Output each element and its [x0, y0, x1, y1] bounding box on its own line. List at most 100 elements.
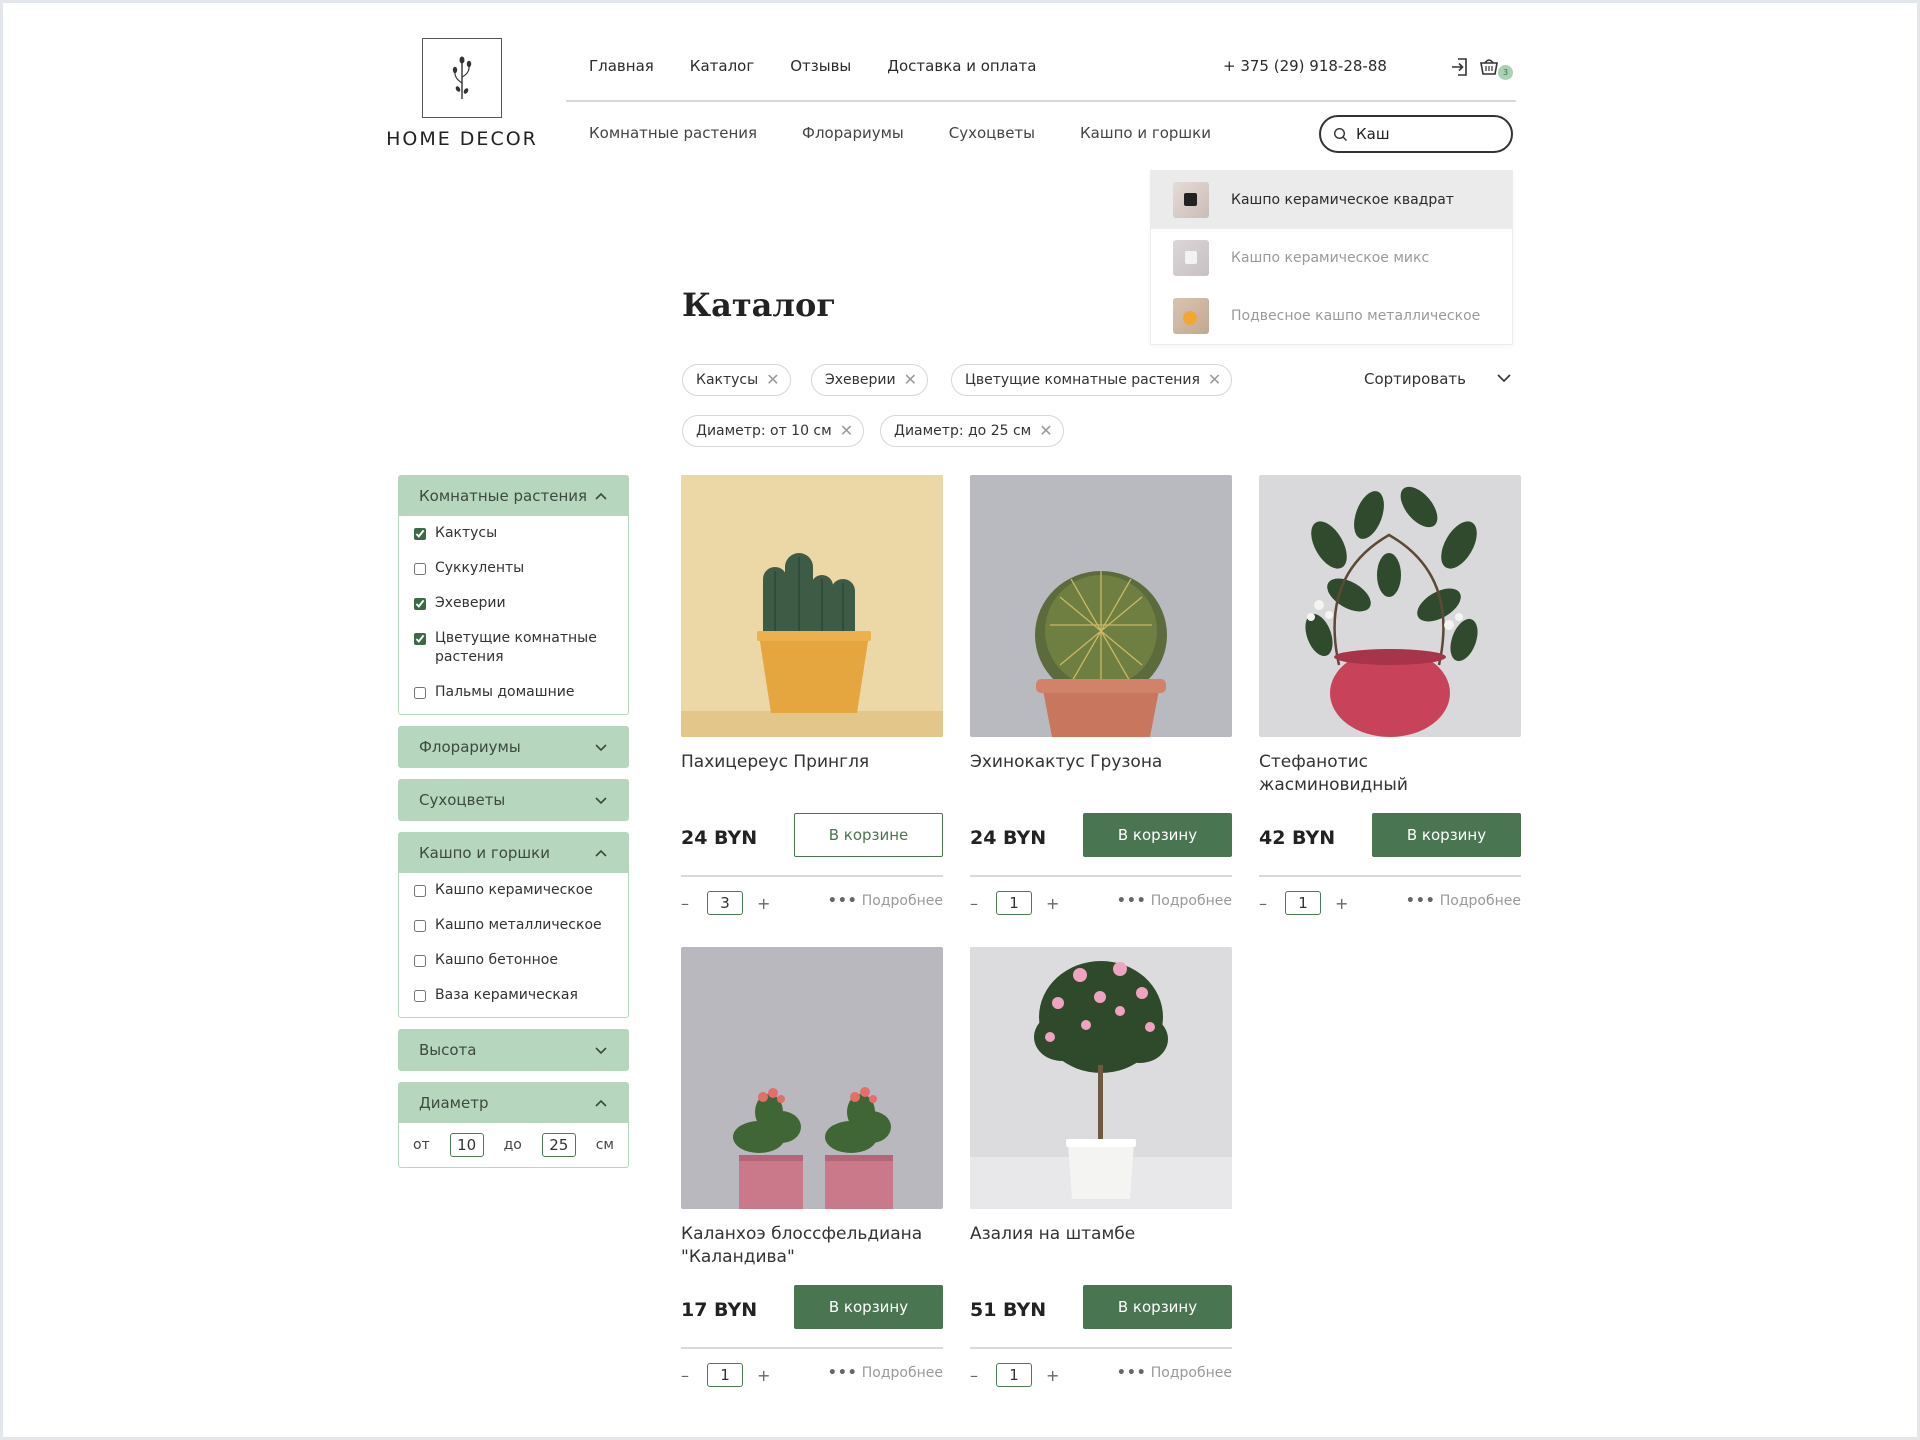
filter-checkbox[interactable]	[414, 885, 426, 897]
filter-checkbox[interactable]	[414, 598, 426, 610]
increase-button[interactable]: +	[1335, 894, 1348, 913]
category-houseplants[interactable]: Комнатные растения	[589, 124, 757, 142]
filter-option[interactable]: Пальмы домашние	[399, 683, 628, 702]
filter-group-header[interactable]: Флорариумы	[399, 727, 628, 767]
diameter-from-input[interactable]: 10	[449, 1133, 484, 1157]
product-image[interactable]	[1259, 475, 1521, 737]
filter-checkbox[interactable]	[414, 633, 426, 645]
decrease-button[interactable]: –	[681, 894, 689, 913]
product-image[interactable]	[970, 475, 1232, 737]
category-dried-flowers[interactable]: Сухоцветы	[949, 124, 1035, 142]
chevron-up-icon	[595, 849, 607, 857]
product-image[interactable]	[681, 475, 943, 737]
close-icon[interactable]: ✕	[1208, 372, 1221, 388]
close-icon[interactable]: ✕	[1039, 423, 1052, 439]
filter-group-pots: Кашпо и горшки Кашпо керамическое Кашпо …	[398, 832, 629, 1018]
filter-checkbox[interactable]	[414, 955, 426, 967]
chevron-down-icon	[595, 797, 607, 805]
product-card: Стефанотис жасминовидный 42 BYN В корзин…	[1259, 475, 1521, 915]
filter-option[interactable]: Кашпо металлическое	[399, 916, 628, 935]
filter-chip-label: Эхеверии	[825, 372, 896, 388]
card-divider	[681, 1347, 943, 1349]
increase-button[interactable]: +	[1046, 894, 1059, 913]
more-details-link[interactable]: ••• Подробнее	[1406, 893, 1521, 909]
filter-group-title: Диаметр	[419, 1094, 489, 1112]
filter-group-header[interactable]: Комнатные растения	[399, 476, 628, 516]
more-details-link[interactable]: ••• Подробнее	[1117, 1365, 1232, 1381]
suggestion-item[interactable]: Кашпо керамическое квадрат	[1151, 171, 1512, 229]
filter-option-label: Кашпо металлическое	[435, 917, 602, 933]
quantity-value[interactable]: 1	[707, 1363, 743, 1387]
filter-option[interactable]: Ваза керамическая	[399, 986, 628, 1005]
filter-group-title: Комнатные растения	[419, 487, 588, 505]
product-image[interactable]	[681, 947, 943, 1209]
close-icon[interactable]: ✕	[904, 372, 917, 388]
nav-catalog[interactable]: Каталог	[690, 57, 754, 75]
decrease-button[interactable]: –	[681, 1366, 689, 1385]
filter-checkbox[interactable]	[414, 920, 426, 932]
nav-delivery[interactable]: Доставка и оплата	[887, 57, 1036, 75]
search-box[interactable]	[1319, 115, 1513, 153]
increase-button[interactable]: +	[757, 894, 770, 913]
quantity-value[interactable]: 3	[707, 891, 743, 915]
close-icon[interactable]: ✕	[840, 423, 853, 439]
in-cart-button[interactable]: В корзине	[794, 813, 943, 857]
suggestion-item[interactable]: Подвесное кашпо металлическое	[1151, 287, 1512, 345]
filter-checkbox[interactable]	[414, 687, 426, 699]
sort-dropdown[interactable]: Сортировать	[1364, 370, 1466, 388]
add-to-cart-button[interactable]: В корзину	[1372, 813, 1521, 857]
suggestion-item[interactable]: Кашпо керамическое микс	[1151, 229, 1512, 287]
quantity-value[interactable]: 1	[996, 891, 1032, 915]
filter-group-header[interactable]: Сухоцветы	[399, 780, 628, 820]
suggestion-label: Подвесное кашпо металлическое	[1231, 308, 1481, 324]
login-icon[interactable]	[1449, 56, 1471, 78]
phone-number[interactable]: + 375 (29) 918-28-88	[1223, 57, 1387, 75]
decrease-button[interactable]: –	[1259, 894, 1267, 913]
quantity-value[interactable]: 1	[1285, 891, 1321, 915]
more-details-link[interactable]: ••• Подробнее	[1117, 893, 1232, 909]
category-florariums[interactable]: Флорариумы	[802, 124, 904, 142]
product-name[interactable]: Пахицереус Прингля	[681, 751, 943, 797]
decrease-button[interactable]: –	[970, 1366, 978, 1385]
filter-option[interactable]: Цветущие комнатные растения	[399, 629, 628, 667]
nav-reviews[interactable]: Отзывы	[790, 57, 851, 75]
decrease-button[interactable]: –	[970, 894, 978, 913]
add-to-cart-button[interactable]: В корзину	[794, 1285, 943, 1329]
filter-group-header[interactable]: Высота	[399, 1030, 628, 1070]
filter-group-title: Кашпо и горшки	[419, 844, 550, 862]
add-to-cart-button[interactable]: В корзину	[1083, 1285, 1232, 1329]
filter-checkbox[interactable]	[414, 990, 426, 1002]
filter-checkbox[interactable]	[414, 528, 426, 540]
product-name[interactable]: Каланхоэ блоссфельдиана "Каландива"	[681, 1223, 943, 1269]
nav-home[interactable]: Главная	[589, 57, 654, 75]
product-name[interactable]: Азалия на штамбе	[970, 1223, 1232, 1269]
more-details-link[interactable]: ••• Подробнее	[828, 893, 943, 909]
search-input[interactable]	[1356, 125, 1496, 143]
add-to-cart-button[interactable]: В корзину	[1083, 813, 1232, 857]
filter-group-header[interactable]: Кашпо и горшки	[399, 833, 628, 873]
filter-group-header[interactable]: Диаметр	[399, 1083, 628, 1123]
close-icon[interactable]: ✕	[766, 372, 779, 388]
category-pots[interactable]: Кашпо и горшки	[1080, 124, 1211, 142]
more-details-label: Подробнее	[1150, 1365, 1232, 1381]
product-image[interactable]	[970, 947, 1232, 1209]
filter-checkbox[interactable]	[414, 563, 426, 575]
cart-icon[interactable]	[1478, 56, 1500, 78]
product-name[interactable]: Эхинокактус Грузона	[970, 751, 1232, 797]
filter-option[interactable]: Кашпо керамическое	[399, 881, 628, 900]
filter-option[interactable]: Эхеверии	[399, 594, 628, 613]
filter-option[interactable]: Кактусы	[399, 524, 628, 543]
increase-button[interactable]: +	[757, 1366, 770, 1385]
more-details-link[interactable]: ••• Подробнее	[828, 1365, 943, 1381]
diameter-to-input[interactable]: 25	[541, 1133, 576, 1157]
product-name[interactable]: Стефанотис жасминовидный	[1259, 751, 1521, 797]
filter-option[interactable]: Суккуленты	[399, 559, 628, 578]
increase-button[interactable]: +	[1046, 1366, 1059, 1385]
filter-chip: Цветущие комнатные растения ✕	[951, 364, 1233, 396]
quantity-value[interactable]: 1	[996, 1363, 1032, 1387]
quantity-stepper: – 1 +	[970, 1363, 1059, 1387]
chevron-down-icon[interactable]	[1496, 370, 1512, 386]
filter-option[interactable]: Кашпо бетонное	[399, 951, 628, 970]
logo[interactable]: HOME DECOR	[386, 38, 536, 150]
product-price: 51 BYN	[970, 1299, 1047, 1321]
